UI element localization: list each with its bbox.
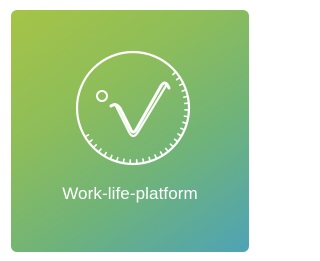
ruler-tick xyxy=(159,151,164,157)
ruler-tick xyxy=(173,138,179,143)
ruler-tick xyxy=(97,148,102,153)
ruler-tick xyxy=(115,156,119,163)
ruler-tick xyxy=(122,158,125,164)
ruler-tick xyxy=(164,147,170,153)
ruler-tick xyxy=(182,121,188,125)
tile-label: Work-life-platform xyxy=(62,184,198,203)
ruler-tick xyxy=(92,143,98,149)
ruler-tick xyxy=(177,133,183,137)
ruler-tick xyxy=(178,82,185,87)
work-life-platform-tile[interactable]: Work-life-platform xyxy=(11,10,249,252)
ruler-tick xyxy=(183,95,189,98)
ruler-tick xyxy=(183,115,190,118)
ruler-tick xyxy=(175,76,181,81)
ruler-tick xyxy=(84,133,90,138)
ruler-tick xyxy=(103,151,108,157)
ruler-tick xyxy=(172,71,177,76)
checkmark-circle-icon xyxy=(71,46,195,170)
ruler-tick xyxy=(88,139,93,144)
ruler-tick xyxy=(142,158,145,164)
ruler-tick xyxy=(169,143,175,148)
